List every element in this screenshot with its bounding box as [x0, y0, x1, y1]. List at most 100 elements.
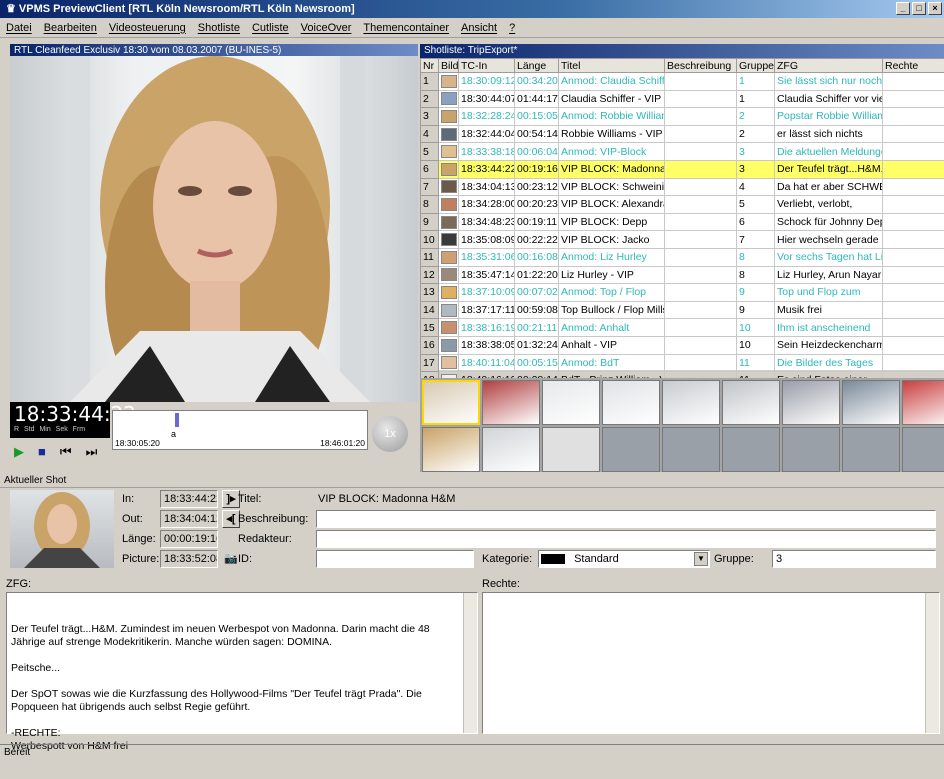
- scrubber-handle[interactable]: [175, 413, 179, 427]
- row-thumbnail: [441, 92, 457, 105]
- table-row[interactable]: 118:30:09:1200:34:20Anmod: Claudia Schif…: [421, 73, 944, 91]
- thumbnail-frame[interactable]: [542, 427, 600, 472]
- out-field[interactable]: 18:34:04:12: [160, 510, 218, 528]
- col-zfg[interactable]: ZFG: [775, 59, 883, 73]
- table-row[interactable]: 818:34:28:0000:20:23VIP BLOCK: Alexandra…: [421, 196, 944, 214]
- menu-help[interactable]: ?: [509, 22, 515, 34]
- thumbnail-strip: [420, 378, 944, 472]
- thumbnail-frame[interactable]: [722, 427, 780, 472]
- cell-nr: 12: [421, 266, 439, 284]
- close-button[interactable]: ×: [928, 2, 942, 15]
- cell-tc-in: 18:37:17:11: [459, 301, 515, 319]
- picture-field[interactable]: 18:33:52:08: [160, 550, 218, 568]
- chevron-down-icon[interactable]: ▼: [694, 552, 708, 566]
- menu-videosteuerung[interactable]: Videosteuerung: [109, 22, 186, 34]
- speed-knob[interactable]: 1x: [372, 416, 408, 452]
- table-row[interactable]: 318:32:28:2400:15:05Anmod: Robbie Willia…: [421, 108, 944, 126]
- thumbnail-frame[interactable]: [782, 427, 840, 472]
- play-icon[interactable]: ▶: [14, 444, 24, 460]
- cell-description: [665, 231, 737, 249]
- maximize-button[interactable]: □: [912, 2, 926, 15]
- cell-tc-in: 18:40:11:04: [459, 354, 515, 372]
- minimize-button[interactable]: _: [896, 2, 910, 15]
- table-row[interactable]: 1318:37:10:0900:07:02Anmod: Top / Flop9T…: [421, 284, 944, 302]
- thumbnail-frame[interactable]: [422, 380, 480, 425]
- editor-field[interactable]: [316, 530, 936, 548]
- table-row[interactable]: 1518:38:16:1900:21:11Anmod: Anhalt10Ihm …: [421, 319, 944, 337]
- cell-tc-in: 18:38:38:05: [459, 336, 515, 354]
- in-field[interactable]: 18:33:44:22: [160, 490, 218, 508]
- table-row[interactable]: 1718:40:11:0400:05:15Anmod: BdT11Die Bil…: [421, 354, 944, 372]
- thumbnail-frame[interactable]: [422, 427, 480, 472]
- menu-themencontainer[interactable]: Themencontainer: [363, 22, 449, 34]
- thumbnail-frame[interactable]: [542, 380, 600, 425]
- thumbnail-frame[interactable]: [602, 380, 660, 425]
- cell-tc-in: 18:35:08:09: [459, 231, 515, 249]
- col-beschreibung[interactable]: Beschreibung: [665, 59, 737, 73]
- thumbnail-frame[interactable]: [482, 380, 540, 425]
- col-rechte[interactable]: Rechte: [883, 59, 944, 73]
- col-tc-in[interactable]: TC-In: [459, 59, 515, 73]
- col-bild[interactable]: Bild: [439, 59, 459, 73]
- cell-nr: 16: [421, 336, 439, 354]
- table-row[interactable]: 418:32:44:0400:54:14Robbie Williams - VI…: [421, 125, 944, 143]
- zfg-scrollbar[interactable]: [463, 593, 477, 733]
- camera-icon[interactable]: 📷: [224, 552, 238, 565]
- menu-ansicht[interactable]: Ansicht: [461, 22, 497, 34]
- cell-length: 00:19:11: [515, 213, 559, 231]
- title-value[interactable]: VIP BLOCK: Madonna H&M: [318, 493, 455, 505]
- thumbnail-frame[interactable]: [902, 380, 944, 425]
- menu-voiceover[interactable]: VoiceOver: [301, 22, 352, 34]
- thumbnail-frame[interactable]: [722, 380, 780, 425]
- thumbnail-frame[interactable]: [842, 380, 900, 425]
- rechte-scrollbar[interactable]: [925, 593, 939, 733]
- cell-zfg: Der Teufel trägt...H&M.: [775, 160, 883, 178]
- zfg-textarea[interactable]: Der Teufel trägt...H&M. Zumindest im neu…: [6, 592, 478, 734]
- thumbnail-frame[interactable]: [482, 427, 540, 472]
- thumbnail-frame[interactable]: [662, 380, 720, 425]
- table-row[interactable]: 518:33:38:1800:06:04Anmod: VIP-Block3Die…: [421, 143, 944, 161]
- picture-label: Picture:: [122, 553, 159, 565]
- col-gruppe[interactable]: Gruppe: [737, 59, 775, 73]
- col-laenge[interactable]: Länge: [515, 59, 559, 73]
- table-row[interactable]: 1218:35:47:1401:22:20Liz Hurley - VIP8Li…: [421, 266, 944, 284]
- cell-tc-in: 18:38:16:19: [459, 319, 515, 337]
- thumbnail-frame[interactable]: [782, 380, 840, 425]
- status-bar: Bereit: [0, 744, 944, 760]
- id-field[interactable]: [316, 550, 474, 568]
- thumbnail-frame[interactable]: [902, 427, 944, 472]
- table-row[interactable]: 1618:38:38:0501:32:24Anhalt - VIP10Sein …: [421, 336, 944, 354]
- cell-thumbnail: [439, 196, 459, 214]
- cell-title: Anmod: BdT: [559, 354, 665, 372]
- table-row[interactable]: 1018:35:08:0900:22:22VIP BLOCK: Jacko7Hi…: [421, 231, 944, 249]
- thumbnail-frame[interactable]: [842, 427, 900, 472]
- video-preview[interactable]: [10, 56, 418, 402]
- previous-icon[interactable]: ⏮: [60, 444, 72, 460]
- next-icon[interactable]: ⏭: [86, 444, 98, 460]
- thumbnail-frame[interactable]: [662, 427, 720, 472]
- table-row[interactable]: 918:34:48:2300:19:11VIP BLOCK: Depp6Scho…: [421, 213, 944, 231]
- cell-nr: 9: [421, 213, 439, 231]
- stop-icon[interactable]: ■: [38, 444, 46, 460]
- rechte-textarea[interactable]: [482, 592, 940, 734]
- cell-nr: 14: [421, 301, 439, 319]
- col-nr[interactable]: Nr: [421, 59, 439, 73]
- zfg-text: Der Teufel trägt...H&M. Zumindest im neu…: [11, 623, 461, 753]
- col-titel[interactable]: Titel: [559, 59, 665, 73]
- description-field[interactable]: [316, 510, 936, 528]
- menu-bearbeiten[interactable]: Bearbeiten: [44, 22, 97, 34]
- cell-zfg: Vor sechs Tagen hat Liz: [775, 248, 883, 266]
- table-row[interactable]: 218:30:44:0701:44:17Claudia Schiffer - V…: [421, 90, 944, 108]
- thumbnail-frame[interactable]: [602, 427, 660, 472]
- table-row[interactable]: 618:33:44:2200:19:16VIP BLOCK: Madonna3D…: [421, 160, 944, 178]
- group-select[interactable]: 3: [772, 550, 936, 568]
- table-row[interactable]: 718:34:04:1300:23:12VIP BLOCK: Schweini4…: [421, 178, 944, 196]
- table-row[interactable]: 1118:35:31:0600:16:08Anmod: Liz Hurley8V…: [421, 248, 944, 266]
- menu-datei[interactable]: Datei: [6, 22, 32, 34]
- menu-shotliste[interactable]: Shotliste: [198, 22, 240, 34]
- timeline-scrubber[interactable]: a 18:30:05:20 18:46:01:20: [112, 410, 368, 450]
- menu-cutliste[interactable]: Cutliste: [252, 22, 289, 34]
- table-row[interactable]: 1418:37:17:1100:59:08Top Bullock / Flop …: [421, 301, 944, 319]
- category-select[interactable]: Standard ▼: [538, 550, 710, 568]
- cell-description: [665, 354, 737, 372]
